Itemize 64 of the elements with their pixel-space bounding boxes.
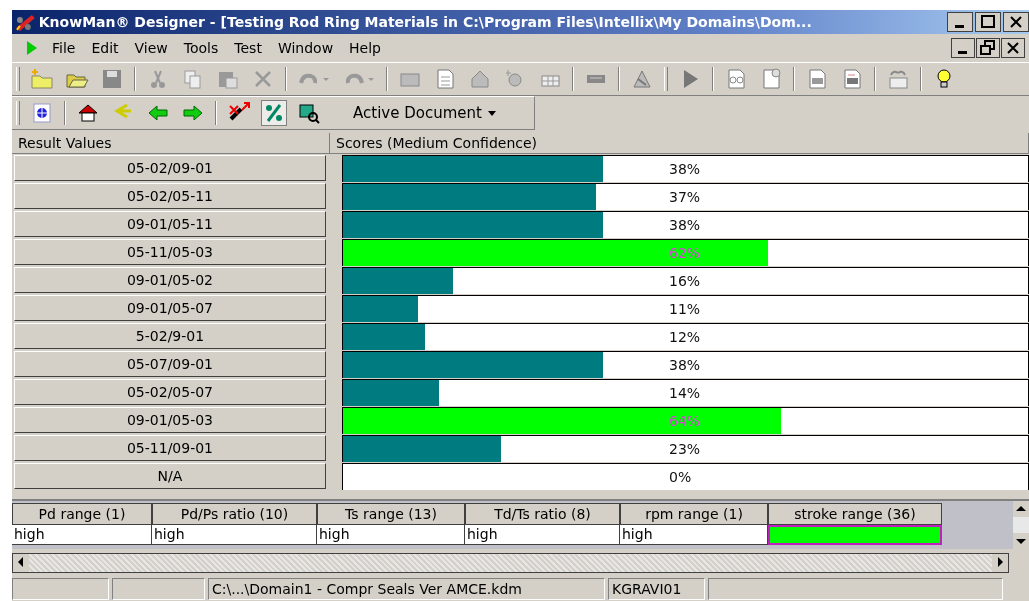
score-value: 0%	[669, 468, 692, 487]
minimize-button[interactable]	[951, 38, 975, 58]
table-search-icon[interactable]	[297, 101, 321, 125]
menu-item[interactable]: Test	[226, 40, 270, 56]
menu-item[interactable]: Window	[269, 40, 342, 56]
vertical-scrollbar[interactable]	[1013, 501, 1029, 549]
row-label: 05-02/05-11	[14, 183, 326, 209]
menu-item[interactable]: Help	[341, 40, 389, 56]
table-cell: high	[152, 525, 317, 545]
menu-item[interactable]: Tools	[175, 40, 227, 56]
table-cell: high	[465, 525, 620, 545]
minimize-button[interactable]	[947, 12, 973, 32]
row-label: 09-01/05-07	[14, 295, 326, 321]
score-value: 38%	[669, 216, 701, 235]
menu-item[interactable]: Edit	[83, 40, 127, 56]
row-label: 05-02/05-07	[14, 379, 326, 405]
score-value: 37%	[669, 188, 701, 207]
scroll-up-button[interactable]	[1013, 501, 1029, 517]
scroll-down-button[interactable]	[1013, 533, 1029, 549]
status-user: KGRAVI01	[608, 578, 705, 600]
caret-icon	[487, 110, 496, 116]
score-value: 38%	[669, 160, 701, 179]
row-label: 05-07/09-01	[14, 351, 326, 377]
score-value: 64%	[669, 412, 701, 431]
score-value: 16%	[669, 272, 701, 291]
column-header: Result Values	[12, 133, 330, 154]
menu-item[interactable]: View	[126, 40, 176, 56]
status-file: C:\...\Domain1 - Compr Seals Ver AMCE.kdm	[208, 578, 605, 600]
row-label: N/A	[14, 463, 326, 489]
score-value: 14%	[669, 384, 701, 403]
score-value: 23%	[669, 440, 701, 459]
restore-button[interactable]	[976, 38, 1000, 58]
horizontal-scrollbar[interactable]	[12, 553, 1009, 573]
table-cell: high	[317, 525, 465, 545]
app-logo-icon	[14, 12, 36, 32]
column-header: Scores (Medium Confidence)	[330, 133, 1029, 154]
column-header[interactable]: Td/Ts ratio (8)	[465, 503, 620, 525]
table-cell: high	[12, 525, 152, 545]
menu-item[interactable]: File	[44, 40, 84, 56]
column-header[interactable]: Pd/Ps ratio (10)	[152, 503, 317, 525]
score-value: 62%	[669, 244, 701, 263]
maximize-button[interactable]	[975, 12, 1001, 32]
row-label: 05-11/09-01	[14, 435, 326, 461]
score-value: 38%	[669, 356, 701, 375]
column-header[interactable]: stroke range (36)	[768, 503, 942, 525]
row-label: 05-02/09-01	[14, 155, 326, 181]
window-title: KnowMan® Designer - [Testing Rod Ring Materials in C:\Program Files\Intellix\My Domains\Dom...	[38, 14, 813, 30]
score-value: 11%	[669, 300, 701, 319]
row-label: 05-11/05-03	[14, 239, 326, 265]
save-icon[interactable]	[100, 67, 124, 91]
close-button[interactable]	[1003, 12, 1029, 32]
table-cell: high	[620, 525, 768, 545]
row-label: 09-01/05-02	[14, 267, 326, 293]
row-label: 5-02/9-01	[14, 323, 326, 349]
row-label: 09-01/05-03	[14, 407, 326, 433]
row-label: 09-01/05-11	[14, 211, 326, 237]
column-header[interactable]: Pd range (1)	[12, 503, 152, 525]
document-dropdown[interactable]: Active Document	[349, 102, 500, 124]
close-button[interactable]	[1001, 38, 1025, 58]
column-header[interactable]: rpm range (1)	[620, 503, 768, 525]
column-header[interactable]: Ts range (13)	[317, 503, 465, 525]
percent-icon[interactable]	[262, 101, 286, 125]
score-value: 12%	[669, 328, 701, 347]
new-folder-icon[interactable]	[30, 67, 54, 91]
